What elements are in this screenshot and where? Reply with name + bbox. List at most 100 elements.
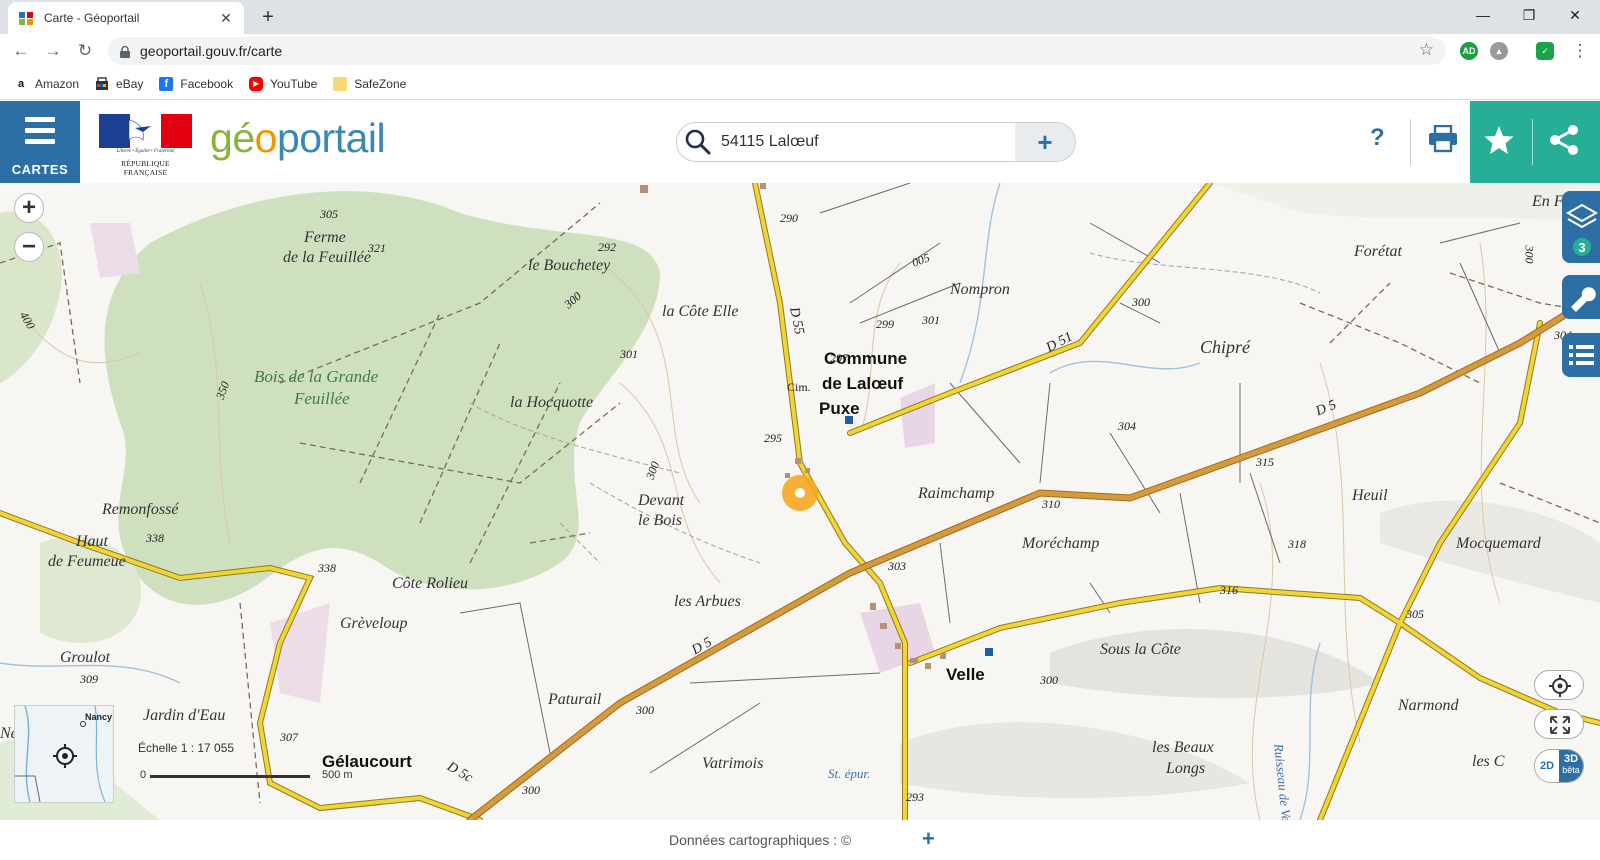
place-label: Vatrimois — [702, 755, 764, 772]
3d-button[interactable]: 3D bêta — [1559, 750, 1583, 782]
altitude-label: 318 — [1288, 537, 1306, 551]
search-bar[interactable]: 54115 Lalœuf + — [676, 122, 1076, 162]
place-label: le Bouchetey — [528, 257, 611, 274]
bookmark-facebook[interactable]: f Facebook — [159, 76, 233, 91]
altitude-label: 300 — [636, 703, 654, 717]
layers-icon: 3 — [1565, 203, 1599, 256]
layer-count-badge: 3 — [1578, 240, 1585, 255]
place-label: Haut — [76, 533, 108, 550]
marianne-flag-icon — [99, 114, 192, 148]
altitude-label: 300 — [1132, 295, 1150, 309]
bookmark-ebay[interactable]: eBay — [95, 77, 143, 91]
search-icon[interactable] — [685, 129, 711, 155]
tab-close-icon[interactable]: ✕ — [218, 10, 234, 27]
bookmark-youtube[interactable]: ▶ YouTube — [249, 76, 317, 91]
place-label: Forétat — [1354, 243, 1402, 260]
minimize-icon[interactable]: — — [1460, 0, 1506, 30]
place-label: Velle — [946, 665, 985, 684]
geolocate-button[interactable] — [1534, 670, 1584, 700]
place-label: Narmond — [1398, 697, 1459, 714]
place-label: Ferme — [304, 229, 346, 246]
forward-icon[interactable]: → — [41, 39, 65, 63]
address-bar[interactable]: geoportail.gouv.fr/carte ☆ — [108, 37, 1446, 65]
place-label: de Feumeue — [48, 553, 126, 570]
layers-button[interactable]: 3 — [1562, 191, 1600, 263]
ebay-icon — [95, 76, 109, 91]
place-label: Heuil — [1352, 487, 1388, 504]
place-label: de la Feuillée — [283, 249, 371, 266]
print-icon[interactable] — [1428, 124, 1458, 153]
2d-3d-toggle[interactable]: 2D 3D bêta — [1534, 749, 1584, 783]
geoportail-logo[interactable]: géoportail — [210, 115, 386, 162]
share-icon[interactable] — [1547, 123, 1581, 157]
forest-label: Bois de la Grande — [254, 367, 379, 386]
bookmark-amazon[interactable]: a Amazon — [14, 77, 79, 91]
favorites-star-icon[interactable] — [1482, 123, 1516, 157]
place-label: Raimchamp — [918, 485, 995, 502]
browser-tab[interactable]: Carte - Géoportail ✕ — [8, 2, 244, 34]
cemetery-label: Cim. — [787, 380, 811, 394]
place-label: Jardin d'Eau — [143, 707, 226, 724]
extension-shield-icon[interactable]: ✓ — [1536, 42, 1554, 60]
advanced-search-plus-button[interactable]: + — [1015, 123, 1075, 161]
extension-cloud-icon[interactable]: ▲ — [1490, 42, 1508, 60]
overview-city-label: Nancy — [85, 712, 113, 722]
actions-panel — [1470, 101, 1600, 183]
app-header: CARTES Liberté • Égalité • Fraternité RÉ… — [0, 101, 1600, 183]
wrench-icon — [1571, 287, 1596, 312]
2d-button[interactable]: 2D — [1535, 750, 1559, 782]
bookmarks-bar: a Amazon eBay f Facebook ▶ YouTube SafeZ… — [0, 68, 1600, 100]
zoom-in-button[interactable]: + — [14, 193, 44, 223]
expand-icon — [1550, 716, 1570, 734]
place-label: Nompron — [950, 281, 1010, 298]
zoom-out-button[interactable]: − — [14, 232, 44, 262]
header-divider — [1410, 119, 1411, 165]
hamburger-icon — [25, 117, 55, 150]
back-icon[interactable]: ← — [9, 39, 33, 63]
browser-toolbar: ← → ↻ geoportail.gouv.fr/carte ☆ AD ▲ ✓ … — [0, 34, 1600, 68]
help-icon[interactable]: ? — [1370, 124, 1385, 152]
altitude-label: 297 — [830, 351, 848, 365]
altitude-label: 307 — [280, 730, 298, 744]
fullscreen-button[interactable] — [1534, 709, 1584, 739]
lock-icon — [120, 45, 130, 58]
search-input[interactable]: 54115 Lalœuf — [711, 133, 1015, 151]
place-label: les C — [1472, 753, 1505, 770]
bookmark-star-icon[interactable]: ☆ — [1419, 40, 1434, 60]
place-label: En F — [1532, 193, 1564, 210]
reload-icon[interactable]: ↻ — [73, 39, 97, 63]
tools-button[interactable] — [1562, 275, 1600, 319]
bookmark-safezone[interactable]: SafeZone — [333, 76, 406, 91]
place-label: le Bois — [638, 512, 682, 529]
altitude-label: 295 — [764, 431, 782, 445]
altitude-label: 305 — [320, 207, 338, 221]
map-canvas[interactable]: Ferme de la Feuillée le Bouchetey la Côt… — [0, 183, 1600, 820]
altitude-label: 304 — [1118, 419, 1136, 433]
scale-bar — [150, 775, 310, 778]
tab-title: Carte - Géoportail — [44, 11, 140, 25]
place-label: Longs — [1166, 760, 1206, 777]
place-label: la Côte Elle — [662, 303, 739, 320]
new-tab-button[interactable]: + — [256, 6, 280, 28]
maximize-icon[interactable]: ❐ — [1506, 0, 1552, 30]
altitude-label: 316 — [1220, 583, 1238, 597]
browser-menu-icon[interactable]: ⋮ — [1568, 39, 1592, 63]
place-label: Moréchamp — [1022, 535, 1100, 552]
extension-ad-icon[interactable]: AD — [1460, 42, 1478, 60]
list-icon — [1569, 345, 1594, 365]
window-close-icon[interactable]: ✕ — [1552, 0, 1598, 30]
altitude-label: 300 — [1522, 245, 1537, 264]
place-label: Paturail — [548, 691, 602, 708]
place-label: Chipré — [1200, 337, 1251, 357]
place-label: Groulot — [60, 649, 111, 666]
overview-map[interactable]: Nancy — [14, 705, 114, 803]
altitude-label: 300 — [522, 783, 540, 797]
altitude-label: 301 — [620, 347, 638, 361]
attribution-expand-button[interactable]: + — [922, 826, 935, 852]
altitude-label: 292 — [598, 240, 616, 254]
cartes-menu-button[interactable]: CARTES — [0, 101, 80, 183]
legend-list-button[interactable] — [1562, 333, 1600, 377]
place-label: les Arbues — [674, 593, 741, 610]
republique-francaise-logo: Liberté • Égalité • Fraternité RÉPUBLIQU… — [99, 114, 192, 177]
scale-label: Échelle 1 : 17 055 — [138, 741, 235, 755]
